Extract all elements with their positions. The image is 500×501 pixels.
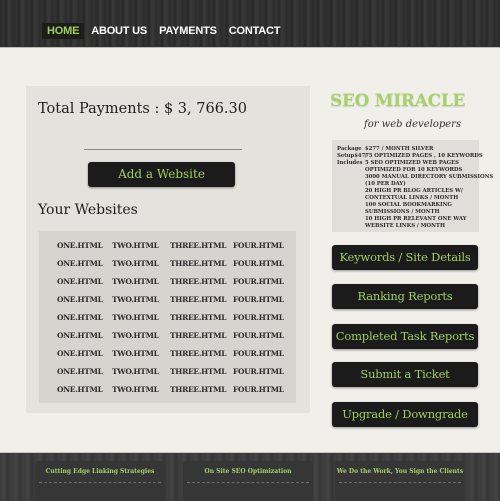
upgrade-downgrade-button[interactable]: Upgrade / Downgrade — [332, 402, 478, 427]
website-link[interactable]: THREE.HTML — [170, 277, 226, 286]
nav-payments[interactable]: PAYMENTS — [154, 23, 222, 39]
website-link[interactable]: FOUR.HTML — [233, 313, 284, 322]
website-link[interactable]: FOUR.HTML — [233, 259, 284, 268]
package-value: 100 SOCIAL BOOKMARKING — [365, 202, 452, 208]
website-link[interactable]: FOUR.HTML — [233, 349, 284, 358]
website-row: ONE.HTML TWO.HTML THREE.HTML FOUR.HTML — [39, 295, 296, 313]
logo: SEO MIRACLE — [330, 91, 466, 111]
website-link[interactable]: TWO.HTML — [112, 313, 159, 322]
nav-about-us[interactable]: ABOUT US — [86, 23, 152, 39]
website-row: ONE.HTML TWO.HTML THREE.HTML FOUR.HTML — [39, 259, 296, 277]
keywords-site-details-button[interactable]: Keywords / Site Details — [332, 245, 478, 270]
website-link[interactable]: TWO.HTML — [112, 385, 159, 394]
account-panel: Total Payments : $ 3, 766.30 Add a Websi… — [26, 86, 310, 413]
package-key: Package — [337, 146, 362, 152]
website-link[interactable]: FOUR.HTML — [233, 241, 284, 250]
website-link[interactable]: THREE.HTML — [170, 367, 226, 376]
divider — [84, 149, 242, 150]
package-value: (10 PER DAY) — [365, 181, 406, 187]
website-row: ONE.HTML TWO.HTML THREE.HTML FOUR.HTML — [39, 241, 296, 259]
website-link[interactable]: ONE.HTML — [57, 295, 103, 304]
package-value: SUBMISSIONS / MONTH — [365, 209, 440, 215]
tagline: for web developers — [364, 119, 462, 130]
website-row: ONE.HTML TWO.HTML THREE.HTML FOUR.HTML — [39, 367, 296, 385]
footer-card: We Do the Work, You Sign the Clients — [335, 461, 465, 501]
completed-task-reports-button[interactable]: Completed Task Reports — [332, 324, 478, 349]
package-value: / 5 OPTIMIZED PAGES , 10 KEYWORDS — [365, 153, 483, 159]
website-link[interactable]: TWO.HTML — [112, 241, 159, 250]
website-row: ONE.HTML TWO.HTML THREE.HTML FOUR.HTML — [39, 313, 296, 331]
website-link[interactable]: FOUR.HTML — [233, 295, 284, 304]
website-link[interactable]: FOUR.HTML — [233, 385, 284, 394]
website-link[interactable]: ONE.HTML — [57, 241, 103, 250]
package-value: 3000 MANUAL DIRECTORY SUBMISSIONS — [365, 174, 494, 180]
footer-card: Cutting Edge Linking Strategies — [35, 461, 165, 501]
website-link[interactable]: THREE.HTML — [170, 241, 226, 250]
package-value: 10 HIGH PR RELEVANT ONE WAY — [365, 216, 467, 222]
website-row: ONE.HTML TWO.HTML THREE.HTML FOUR.HTML — [39, 385, 296, 403]
nav-contact[interactable]: CONTACT — [224, 23, 286, 39]
dashed-divider — [339, 482, 461, 483]
footer-card-title: Cutting Edge Linking Strategies — [45, 468, 155, 475]
website-link[interactable]: ONE.HTML — [57, 313, 103, 322]
package-value: 5 SEO OPTIMIZED WEB PAGES — [365, 160, 459, 166]
dashed-divider — [39, 482, 161, 483]
website-link[interactable]: TWO.HTML — [112, 259, 159, 268]
website-link[interactable]: ONE.HTML — [57, 385, 103, 394]
package-value: $277 / MONTH SILVER — [365, 146, 434, 152]
website-link[interactable]: ONE.HTML — [57, 349, 103, 358]
footer-card-title: On Site SEO Optimization — [204, 468, 292, 475]
footer-card-title: We Do the Work, You Sign the Clients — [336, 468, 464, 475]
website-link[interactable]: TWO.HTML — [112, 295, 159, 304]
website-link[interactable]: THREE.HTML — [170, 331, 226, 340]
total-payments: Total Payments : $ 3, 766.30 — [38, 101, 247, 117]
website-row: ONE.HTML TWO.HTML THREE.HTML FOUR.HTML — [39, 277, 296, 295]
website-link[interactable]: FOUR.HTML — [233, 367, 284, 376]
submit-ticket-button[interactable]: Submit a Ticket — [332, 362, 478, 387]
websites-list: ONE.HTML TWO.HTML THREE.HTML FOUR.HTML ONE.H… — [39, 231, 296, 403]
website-link[interactable]: THREE.HTML — [170, 295, 226, 304]
dashed-divider — [187, 482, 309, 483]
ranking-reports-button[interactable]: Ranking Reports — [332, 284, 478, 309]
footer: Cutting Edge Linking Strategies On Site … — [0, 452, 500, 501]
website-link[interactable]: FOUR.HTML — [233, 277, 284, 286]
website-link[interactable]: TWO.HTML — [112, 349, 159, 358]
package-details: Package $277 / MONTH SILVER Setup$477/ 5 O… — [332, 140, 493, 232]
website-row: ONE.HTML TWO.HTML THREE.HTML FOUR.HTML — [39, 331, 296, 349]
website-link[interactable]: ONE.HTML — [57, 277, 103, 286]
website-link[interactable]: THREE.HTML — [170, 313, 226, 322]
website-link[interactable]: THREE.HTML — [170, 385, 226, 394]
your-websites-title: Your Websites — [38, 202, 138, 218]
website-link[interactable]: TWO.HTML — [112, 367, 159, 376]
website-link[interactable]: ONE.HTML — [57, 259, 103, 268]
package-value: OPTIMIZED FOR 10 KEYWORDS — [365, 167, 463, 173]
website-link[interactable]: TWO.HTML — [112, 277, 159, 286]
website-link[interactable]: THREE.HTML — [170, 259, 226, 268]
package-value: WEBSITE LINKS / MONTH — [365, 223, 445, 229]
website-link[interactable]: THREE.HTML — [170, 349, 226, 358]
website-row: ONE.HTML TWO.HTML THREE.HTML FOUR.HTML — [39, 349, 296, 367]
nav-home[interactable]: HOME — [42, 23, 85, 39]
package-value: CONTEXTUAL LINKS / MONTH — [365, 195, 459, 201]
header: HOME ABOUT US PAYMENTS CONTACT — [0, 0, 500, 48]
website-link[interactable]: ONE.HTML — [57, 331, 103, 340]
main-nav: HOME ABOUT US PAYMENTS CONTACT — [42, 23, 287, 39]
footer-card: On Site SEO Optimization — [183, 461, 313, 501]
add-website-button[interactable]: Add a Website — [88, 162, 235, 187]
website-link[interactable]: TWO.HTML — [112, 331, 159, 340]
package-key: Includes — [337, 160, 363, 166]
package-value: 20 HIGH PR BLOG ARTICLES W/ — [365, 188, 463, 194]
website-link[interactable]: FOUR.HTML — [233, 331, 284, 340]
website-link[interactable]: ONE.HTML — [57, 367, 103, 376]
